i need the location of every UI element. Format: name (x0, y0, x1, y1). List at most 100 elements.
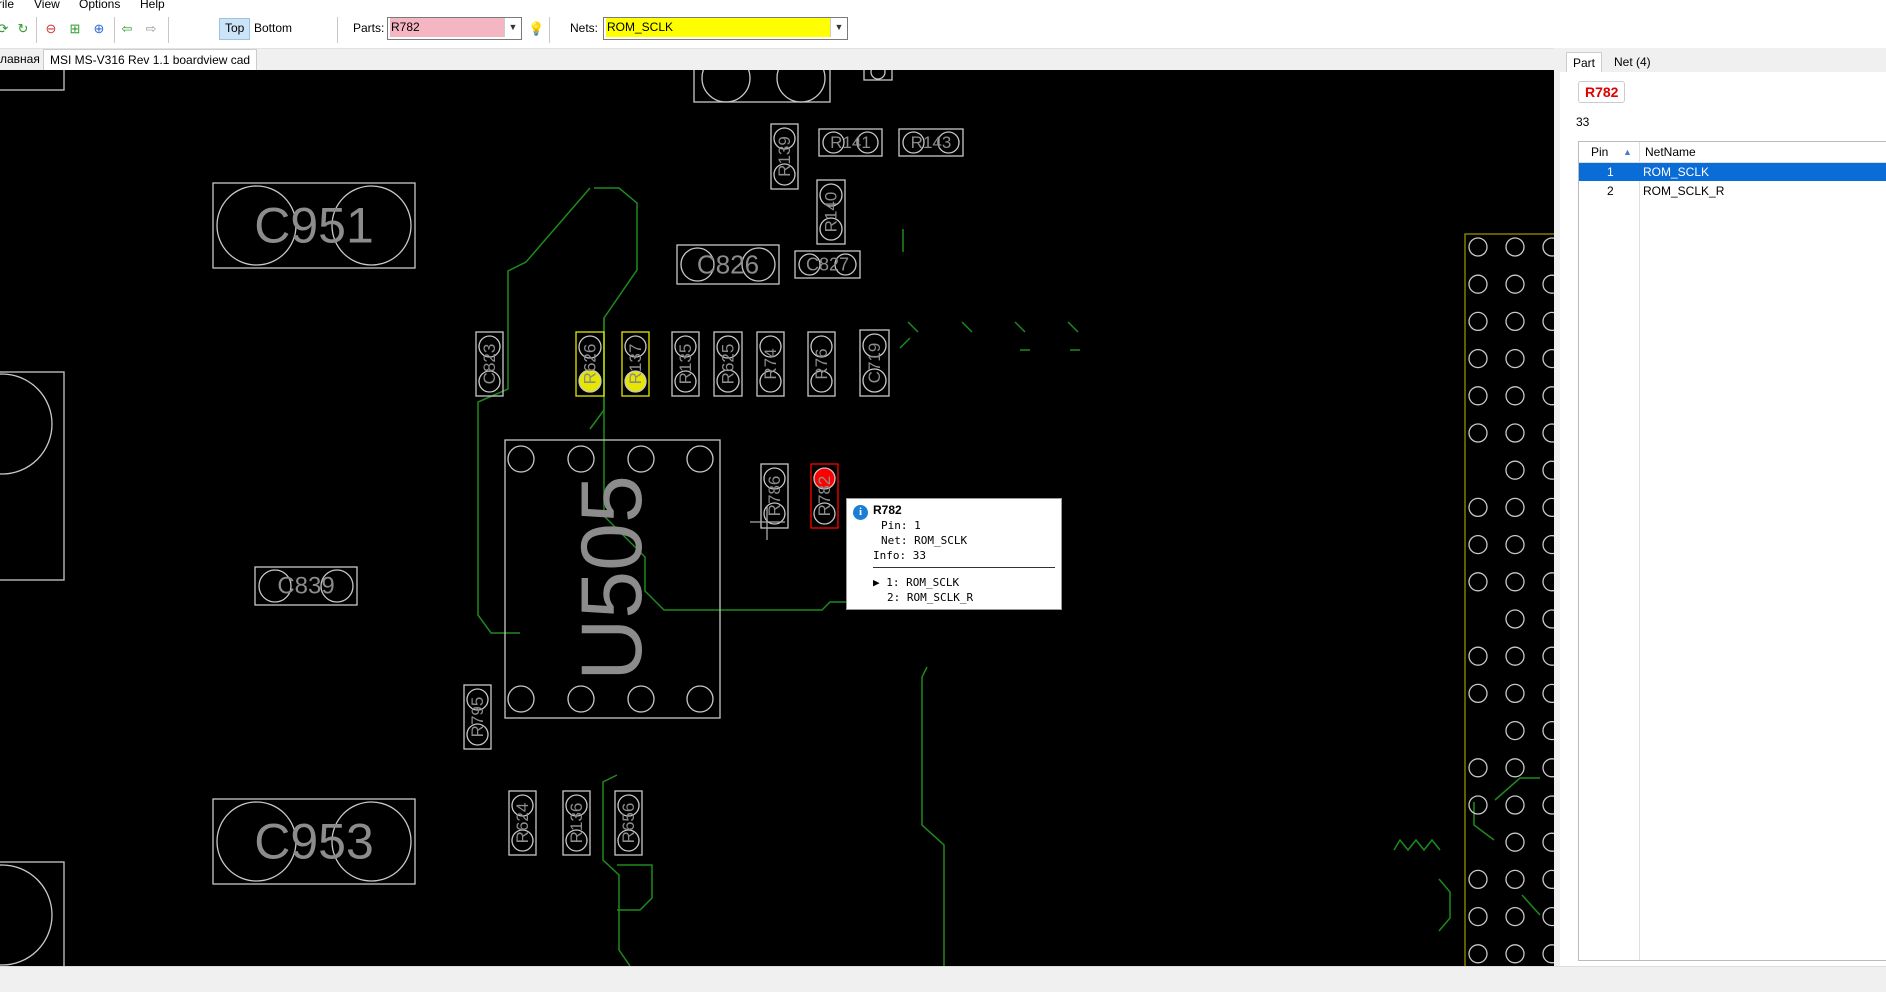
connector-pin (1468, 944, 1488, 964)
tooltip-pin: Pin: 1 (881, 519, 921, 532)
layer-bottom-button[interactable]: Bottom (249, 18, 297, 38)
menu-view[interactable]: View (34, 0, 60, 11)
connector-pin (1542, 274, 1554, 294)
connector-pin (1505, 348, 1525, 369)
connector-pin (1468, 869, 1488, 890)
part-u505-pad (627, 445, 655, 473)
connector-pin (1505, 720, 1525, 741)
part-info-value: 33 (1576, 115, 1590, 129)
connector-pin (1542, 609, 1554, 629)
chevron-down-icon[interactable]: ▼ (830, 18, 847, 37)
toolbar-separator (168, 17, 169, 43)
chevron-down-icon[interactable]: ▼ (504, 18, 521, 37)
column-netname[interactable]: NetName (1645, 142, 1696, 162)
nets-combo-value: ROM_SCLK (606, 18, 831, 37)
part-u505-pad (627, 685, 655, 713)
sidebar: Part Net (4) R782 33 Pin ▲ NetName 1 ROM… (1554, 48, 1886, 966)
connector-pin (1468, 758, 1488, 778)
layer-top-button[interactable]: Top (219, 18, 251, 40)
trace (1521, 894, 1541, 916)
connector-pin (1468, 348, 1488, 369)
parts-combo[interactable]: R782 ▼ (387, 17, 522, 40)
connector-pin (1468, 423, 1488, 443)
bulb-icon[interactable]: 💡 (528, 22, 544, 36)
part-c953-label: C953 (254, 814, 374, 870)
connector-pin (1505, 386, 1525, 406)
zoom-in-icon[interactable]: ⊕ (92, 22, 106, 36)
trace (617, 864, 653, 911)
menu-file[interactable]: rile (0, 0, 14, 11)
tab-boardview[interactable]: MSI MS-V316 Rev 1.1 boardview cad (43, 49, 258, 71)
table-row[interactable]: 2 ROM_SCLK_R (1579, 182, 1886, 200)
pin-table[interactable]: Pin ▲ NetName 1 ROM_SCLK 2 ROM_SCLK_R (1578, 141, 1886, 961)
connector-pin (1542, 795, 1554, 815)
connector-pin (1542, 683, 1554, 704)
connector-pin (1505, 832, 1525, 852)
trace (1393, 838, 1441, 852)
connector-pin (1505, 572, 1525, 592)
board-svg[interactable]: C951 C953 C839 C826 C827 R141 R143 R139 R140 C823… (0, 70, 1554, 966)
connector-pin (1505, 869, 1525, 890)
connector-pin (1542, 906, 1554, 927)
zoom-fit-icon[interactable]: ⊞ (68, 22, 82, 36)
connector-pin (1542, 534, 1554, 555)
connector-pin (1542, 832, 1554, 852)
parts-label: Parts: (353, 21, 385, 35)
reload-icon[interactable]: ↻ (16, 22, 30, 36)
row-net: ROM_SCLK_R (1643, 184, 1725, 198)
part-u505-pad (686, 445, 714, 473)
column-pin[interactable]: Pin (1591, 142, 1608, 162)
menu-options[interactable]: Options (79, 0, 120, 11)
connector-pin (1468, 795, 1488, 815)
sort-up-icon[interactable]: ▲ (1623, 142, 1632, 162)
part-u505-label: U505 (564, 475, 660, 681)
part-r135-label: R135 (676, 344, 695, 385)
part-r656-label: R656 (619, 803, 638, 844)
table-row[interactable]: 1 ROM_SCLK (1579, 163, 1886, 181)
connector-pin (1505, 311, 1525, 332)
toolbar-separator (549, 17, 550, 43)
refresh-icon[interactable]: ⟳ (0, 22, 10, 36)
tooltip-pin1: ▶ 1: ROM_SCLK (873, 576, 960, 589)
board-canvas[interactable]: C951 C953 C839 C826 C827 R141 R143 R139 R140 C823… (0, 70, 1554, 966)
toolbar-separator (114, 17, 115, 43)
parts-group (0, 70, 1554, 966)
connector-pin (1468, 274, 1488, 294)
trace (589, 187, 638, 430)
connector-pin (1468, 311, 1488, 332)
partial-part-pad (0, 864, 53, 966)
part-c827-label: C827 (806, 255, 849, 275)
part-r139-label: R139 (775, 136, 794, 177)
connector-pin (1542, 237, 1554, 257)
menu-help[interactable]: Help (140, 0, 165, 11)
connector-pin (1542, 423, 1554, 443)
menu-bar: rile View Options Help (0, 0, 1886, 12)
row-net: ROM_SCLK (1643, 165, 1710, 179)
back-arrow-icon[interactable]: ⇦ (120, 22, 134, 36)
tooltip-info: Info: 33 (873, 549, 926, 562)
connector-pin (1542, 869, 1554, 890)
trace (1438, 878, 1451, 932)
part-c719-label: C719 (865, 343, 884, 384)
part-u505-pad (567, 445, 595, 473)
part-u505-pad (567, 685, 595, 713)
part-r76-label: R76 (812, 348, 831, 379)
info-icon: i (853, 505, 868, 520)
forward-arrow-icon[interactable]: ⇨ (144, 22, 158, 36)
connector-pin (1542, 311, 1554, 332)
tab-net[interactable]: Net (4) (1608, 52, 1657, 72)
tab-main[interactable]: лавная (0, 49, 46, 70)
zoom-out-icon[interactable]: ⊖ (44, 22, 58, 36)
nets-combo[interactable]: ROM_SCLK ▼ (603, 17, 848, 40)
part-r795-label: R795 (468, 697, 487, 738)
connector-pin (1505, 795, 1525, 815)
part-r141-label: R141 (830, 133, 871, 152)
connector-pin (1542, 572, 1554, 592)
status-bar (0, 966, 1886, 992)
connector-pin (1505, 646, 1525, 666)
connector-pin (1468, 386, 1488, 406)
parts-combo-value: R782 (390, 18, 505, 37)
connector-pin (1542, 348, 1554, 369)
tab-part[interactable]: Part (1566, 52, 1603, 73)
part-u505-pad (686, 685, 714, 713)
